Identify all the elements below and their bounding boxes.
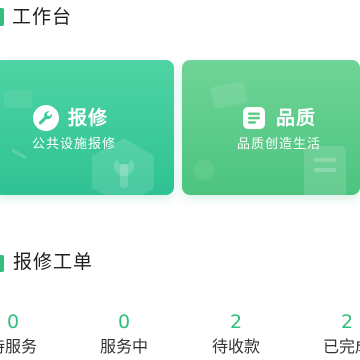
- repair-orders-header: 报修工单: [0, 246, 360, 278]
- stat-count: 2: [229, 311, 243, 333]
- page-title: 工作台: [12, 6, 73, 28]
- repair-orders-stats: 0 待服务 0 服务中 2 待收款 2 已完成: [0, 310, 360, 360]
- quality-card-subtitle: 品质创造生活: [237, 137, 322, 152]
- workbench-header: 工作台: [0, 0, 360, 40]
- repair-card-head: 报修: [32, 104, 108, 132]
- stat-in-service[interactable]: 0 服务中: [84, 310, 164, 358]
- stat-label: 待收款: [211, 337, 260, 356]
- stat-count: 0: [6, 311, 20, 333]
- repair-orders-title: 报修工单: [13, 251, 94, 273]
- workbench-page: 工作台 报修 公共设施报修 品质 品质创造生活 报修工单 0 服务 0 服务中 …: [0, 0, 360, 360]
- stat-label: 已完成: [322, 337, 360, 356]
- stat-count: 2: [340, 311, 354, 333]
- stat-count: 0: [117, 311, 131, 333]
- document-list-icon: [240, 104, 268, 132]
- stat-completed[interactable]: 2 已完成: [307, 310, 360, 358]
- repair-card[interactable]: 报修 公共设施报修: [0, 60, 174, 195]
- quality-card-head: 品质: [240, 104, 316, 132]
- repair-card-subtitle: 公共设施报修: [32, 137, 117, 152]
- stat-pending-service[interactable]: 0 待服务: [0, 310, 53, 358]
- wrench-icon: [32, 104, 60, 132]
- repair-card-title: 报修: [68, 107, 109, 129]
- quality-card-title: 品质: [276, 107, 317, 129]
- stat-label: 服务中: [99, 337, 148, 356]
- stat-pending-payment[interactable]: 2 待收款: [196, 310, 276, 358]
- stat-label: 待服务: [0, 337, 37, 356]
- section-accent-bar: [0, 255, 4, 272]
- quality-card[interactable]: 品质 品质创造生活: [182, 60, 360, 195]
- title-accent-bar: [0, 8, 4, 26]
